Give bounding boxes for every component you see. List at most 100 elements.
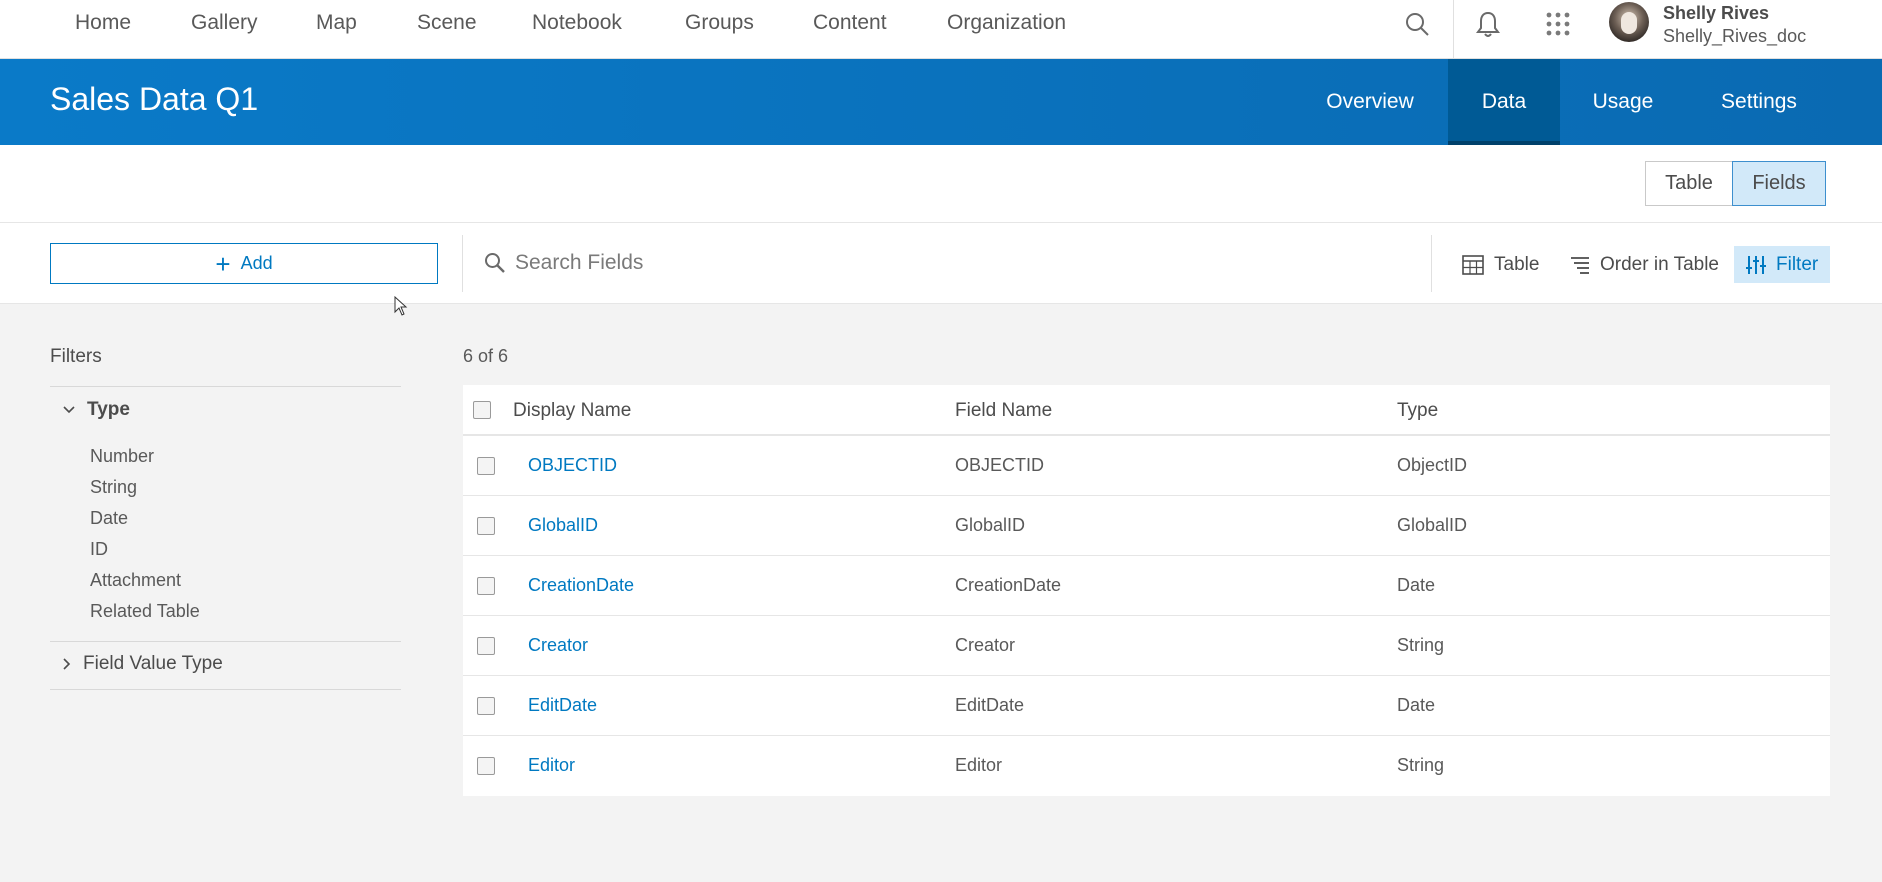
- field-name: GlobalID: [955, 515, 1026, 535]
- nav-organization[interactable]: Organization: [947, 11, 1066, 35]
- nav-content[interactable]: Content: [813, 11, 887, 35]
- row-checkbox[interactable]: [477, 697, 495, 715]
- select-all-checkbox[interactable]: [473, 401, 491, 419]
- filters-heading: Filters: [50, 346, 102, 367]
- nav-gallery[interactable]: Gallery: [191, 11, 258, 35]
- type-filter-group-toggle[interactable]: Type: [63, 399, 130, 421]
- display-name-link[interactable]: Creator: [528, 635, 588, 656]
- apps-grid-icon[interactable]: [1540, 6, 1576, 42]
- nav-divider: [1453, 0, 1454, 58]
- fields-table: Display Name Field Name Type OBJECTID OB…: [463, 385, 1830, 796]
- field-type: String: [1397, 635, 1445, 655]
- user-name[interactable]: Shelly Rives: [1663, 3, 1769, 24]
- nav-home[interactable]: Home: [75, 11, 131, 35]
- filter-option-attachment[interactable]: Attachment: [90, 570, 181, 591]
- filter-option-related-table[interactable]: Related Table: [90, 601, 200, 622]
- field-type: GlobalID: [1397, 515, 1468, 535]
- nav-map[interactable]: Map: [316, 11, 357, 35]
- display-name-link[interactable]: GlobalID: [528, 515, 598, 536]
- search-icon[interactable]: [1399, 6, 1435, 42]
- add-field-button[interactable]: + Add: [50, 243, 438, 284]
- chevron-right-icon: [63, 658, 71, 670]
- type-filter-label: Type: [87, 399, 130, 420]
- row-checkbox[interactable]: [477, 637, 495, 655]
- plus-icon: +: [215, 248, 231, 279]
- table-row: Editor Editor String: [463, 736, 1830, 796]
- column-field-name[interactable]: Field Name: [955, 400, 1052, 422]
- item-header: Sales Data Q1 Overview Data Usage Settin…: [0, 59, 1882, 145]
- tab-usage-label: Usage: [1592, 90, 1654, 113]
- table-row: Creator Creator String: [463, 616, 1830, 676]
- view-table-button[interactable]: Table: [1645, 161, 1733, 206]
- column-type[interactable]: Type: [1397, 400, 1438, 422]
- filters-divider: [50, 689, 401, 690]
- field-type: ObjectID: [1397, 455, 1468, 475]
- filter-option-id[interactable]: ID: [90, 539, 108, 560]
- row-checkbox[interactable]: [477, 757, 495, 775]
- nav-groups[interactable]: Groups: [685, 11, 754, 35]
- field-name: OBJECTID: [955, 455, 1045, 475]
- table-row: OBJECTID OBJECTID ObjectID: [463, 436, 1830, 496]
- tab-overview[interactable]: Overview: [1310, 59, 1430, 145]
- bell-icon[interactable]: [1470, 6, 1506, 42]
- order-list-icon: [1571, 256, 1589, 274]
- user-username[interactable]: Shelly_Rives_doc: [1663, 26, 1806, 47]
- add-field-label: Add: [240, 253, 273, 273]
- search-fields-icon: [485, 253, 505, 273]
- field-value-type-group-toggle[interactable]: Field Value Type: [63, 653, 223, 675]
- field-name: Editor: [955, 755, 1003, 775]
- chevron-down-icon: [63, 406, 75, 414]
- table-view-label: Table: [1494, 253, 1540, 275]
- toolbar-divider-right: [1431, 235, 1432, 292]
- result-count: 6 of 6: [463, 346, 509, 366]
- tab-overview-label: Overview: [1326, 90, 1414, 113]
- table-row: GlobalID GlobalID GlobalID: [463, 496, 1830, 556]
- field-type: String: [1397, 755, 1445, 775]
- view-fields-button[interactable]: Fields: [1732, 161, 1826, 206]
- toolbar-divider: [462, 235, 463, 292]
- table-header: Display Name Field Name Type: [463, 385, 1830, 436]
- filter-option-string[interactable]: String: [90, 477, 137, 498]
- avatar[interactable]: [1609, 2, 1649, 42]
- order-in-table-button[interactable]: Order in Table: [1570, 246, 1719, 283]
- filters-divider: [50, 386, 401, 387]
- filter-option-number[interactable]: Number: [90, 446, 154, 467]
- search-fields-input[interactable]: [515, 241, 1415, 285]
- field-type: Date: [1397, 575, 1436, 595]
- tab-data[interactable]: Data: [1448, 59, 1560, 145]
- fields-toolbar: + Add Table Order in Table Filter: [0, 223, 1882, 304]
- display-name-link[interactable]: CreationDate: [528, 575, 634, 596]
- display-name-link[interactable]: EditDate: [528, 695, 597, 716]
- order-in-table-label: Order in Table: [1600, 253, 1719, 275]
- tab-settings[interactable]: Settings: [1708, 59, 1810, 145]
- row-checkbox[interactable]: [477, 457, 495, 475]
- field-name: Creator: [955, 635, 1016, 655]
- filter-button[interactable]: Filter: [1734, 246, 1831, 283]
- display-name-link[interactable]: OBJECTID: [528, 455, 617, 476]
- view-toggle-bar: Table Fields: [0, 145, 1882, 223]
- tab-usage[interactable]: Usage: [1576, 59, 1670, 145]
- mouse-cursor-icon: [394, 296, 408, 316]
- filter-option-date[interactable]: Date: [90, 508, 128, 529]
- filter-sliders-icon: [1746, 255, 1766, 274]
- table-icon: [1462, 254, 1484, 275]
- page-title: Sales Data Q1: [50, 81, 259, 117]
- field-name: EditDate: [955, 695, 1025, 715]
- tab-settings-label: Settings: [1721, 90, 1797, 113]
- filter-label: Filter: [1776, 253, 1819, 275]
- filters-divider: [50, 641, 401, 642]
- display-name-link[interactable]: Editor: [528, 755, 575, 776]
- tab-data-label: Data: [1481, 90, 1527, 113]
- column-display-name[interactable]: Display Name: [513, 400, 631, 422]
- nav-notebook[interactable]: Notebook: [532, 11, 622, 35]
- table-view-button[interactable]: Table: [1462, 246, 1539, 283]
- table-row: EditDate EditDate Date: [463, 676, 1830, 736]
- table-row: CreationDate CreationDate Date: [463, 556, 1830, 616]
- field-name: CreationDate: [955, 575, 1062, 595]
- nav-scene[interactable]: Scene: [417, 11, 477, 35]
- row-checkbox[interactable]: [477, 517, 495, 535]
- field-type: Date: [1397, 695, 1436, 715]
- row-checkbox[interactable]: [477, 577, 495, 595]
- field-value-type-label: Field Value Type: [83, 653, 223, 674]
- top-navigation: Home Gallery Map Scene Notebook Groups C…: [0, 0, 1882, 59]
